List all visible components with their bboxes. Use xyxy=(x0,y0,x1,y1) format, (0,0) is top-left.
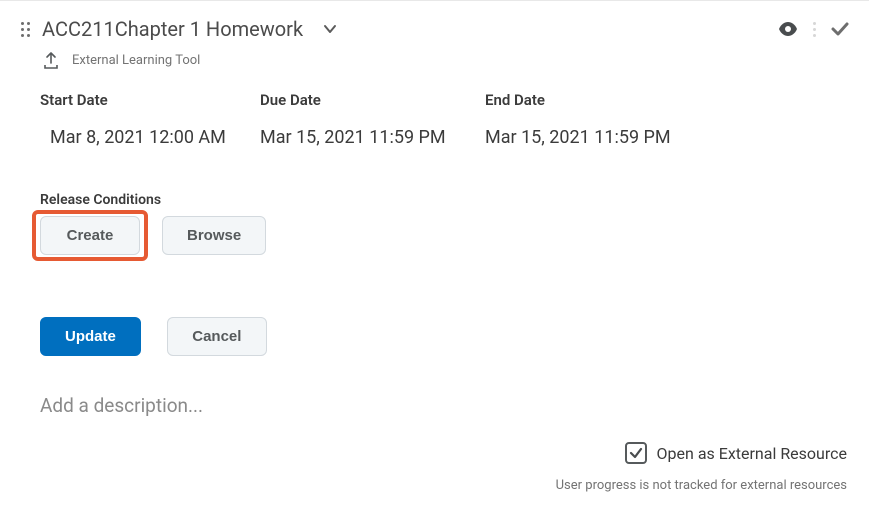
more-actions-icon[interactable] xyxy=(809,18,819,40)
start-date-col: Start Date Mar 8, 2021 12:00 AM xyxy=(40,91,260,148)
due-date-label: Due Date xyxy=(260,91,485,109)
header-row: ACC211Chapter 1 Homework xyxy=(0,9,869,47)
external-footnote: User progress is not tracked for externa… xyxy=(556,478,847,493)
start-date-label: Start Date xyxy=(40,91,260,109)
open-external-checkbox[interactable] xyxy=(625,442,647,464)
description-input[interactable]: Add a description... xyxy=(40,394,829,417)
end-date-col: End Date Mar 15, 2021 11:59 PM xyxy=(485,91,829,148)
release-conditions-buttons: Create Browse xyxy=(40,216,829,255)
browse-button[interactable]: Browse xyxy=(162,216,266,255)
cancel-button[interactable]: Cancel xyxy=(167,317,267,356)
drag-handle-icon[interactable] xyxy=(18,19,32,39)
open-external-checkbox-row[interactable]: Open as External Resource xyxy=(625,442,847,464)
create-button-highlight: Create xyxy=(40,216,140,255)
external-resource-section: Open as External Resource User progress … xyxy=(556,442,847,493)
release-conditions-label: Release Conditions xyxy=(40,192,829,208)
action-buttons: Update Cancel xyxy=(40,317,829,356)
create-button[interactable]: Create xyxy=(40,216,140,255)
visibility-toggle-icon[interactable] xyxy=(777,18,799,40)
start-date-value[interactable]: Mar 8, 2021 12:00 AM xyxy=(40,127,260,148)
title-dropdown-chevron-icon[interactable] xyxy=(321,20,339,38)
end-date-value[interactable]: Mar 15, 2021 11:59 PM xyxy=(485,127,829,148)
subhead-label: External Learning Tool xyxy=(72,53,200,68)
update-button[interactable]: Update xyxy=(40,317,141,356)
content-area: Start Date Mar 8, 2021 12:00 AM Due Date… xyxy=(0,91,869,417)
confirm-checkmark-icon[interactable] xyxy=(829,18,851,40)
dates-row: Start Date Mar 8, 2021 12:00 AM Due Date… xyxy=(40,91,829,148)
subhead-row: External Learning Tool xyxy=(0,47,869,81)
due-date-col: Due Date Mar 15, 2021 11:59 PM xyxy=(260,91,485,148)
due-date-value[interactable]: Mar 15, 2021 11:59 PM xyxy=(260,127,485,148)
end-date-label: End Date xyxy=(485,91,829,109)
page-title: ACC211Chapter 1 Homework xyxy=(42,17,303,41)
external-tool-icon xyxy=(40,49,62,71)
header-actions xyxy=(777,18,851,40)
open-external-label: Open as External Resource xyxy=(657,444,847,463)
